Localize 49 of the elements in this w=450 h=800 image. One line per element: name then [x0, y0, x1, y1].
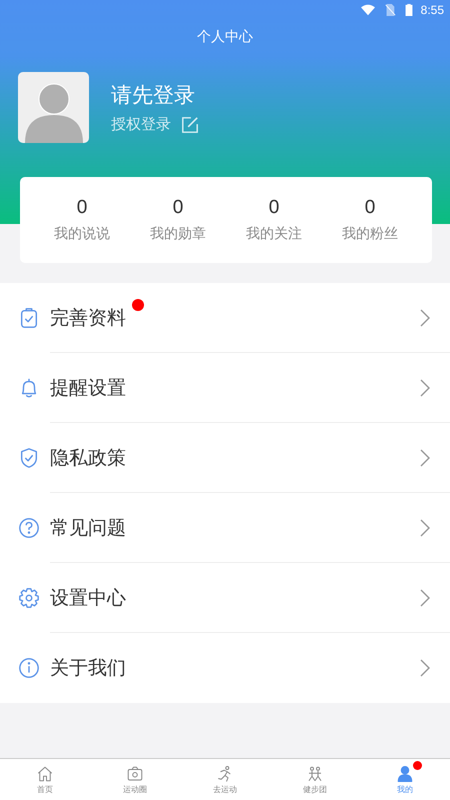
person-icon	[396, 764, 414, 782]
tab-item[interactable]: 去运动	[180, 759, 270, 800]
menu-label: 关于我们	[50, 656, 126, 681]
stat-value: 0	[76, 197, 88, 219]
tab-item[interactable]: 运动圈	[90, 759, 180, 800]
stat-label[interactable]: 我的说说	[54, 225, 110, 243]
clipboard-check-icon	[18, 307, 40, 329]
menu-item[interactable]: 隐私政策	[0, 423, 450, 493]
edit-icon[interactable]	[181, 116, 199, 134]
settings-icon	[18, 587, 40, 609]
info-icon	[18, 657, 40, 679]
stat-label[interactable]: 我的粉丝	[342, 225, 398, 243]
login-prompt: 请先登录	[111, 82, 196, 109]
battery-icon	[404, 4, 413, 16]
chevron-right-icon	[420, 308, 430, 326]
home-icon	[36, 764, 54, 782]
wifi-icon	[360, 4, 375, 16]
chevron-right-icon	[420, 518, 430, 536]
menu-item[interactable]: 完善资料	[0, 283, 450, 353]
page-title: 个人中心	[196, 28, 254, 46]
stat-value: 0	[268, 197, 280, 219]
stat-label[interactable]: 我的关注	[246, 225, 302, 243]
question-icon	[18, 517, 40, 539]
tab-item[interactable]: 我的	[360, 759, 450, 800]
camera-icon	[126, 764, 144, 782]
menu-item[interactable]: 关于我们	[0, 633, 450, 703]
walking-group-icon	[306, 764, 324, 782]
avatar[interactable]	[18, 72, 89, 143]
chevron-right-icon	[420, 588, 430, 606]
menu-item[interactable]: 提醒设置	[0, 353, 450, 423]
menu-label: 常见问题	[50, 516, 126, 540]
tab-item[interactable]: 健步团	[270, 759, 360, 800]
menu-item[interactable]: 常见问题	[0, 493, 450, 563]
menu-label: 隐私政策	[50, 446, 126, 470]
menu-label: 设置中心	[50, 586, 126, 610]
tab-item[interactable]: 首页	[0, 759, 90, 800]
no-sim-icon	[382, 4, 397, 16]
stat-value: 0	[172, 197, 184, 219]
authorize-login-link[interactable]: 授权登录	[111, 115, 171, 134]
menu-label: 完善资料	[50, 306, 126, 330]
menu-label: 提醒设置	[50, 376, 126, 400]
menu-item[interactable]: 设置中心	[0, 563, 450, 633]
chevron-right-icon	[420, 378, 430, 396]
chevron-right-icon	[420, 448, 430, 466]
chevron-right-icon	[420, 659, 430, 677]
stat-label[interactable]: 我的勋章	[150, 225, 206, 243]
status-time: 8:55	[420, 3, 444, 17]
stat-value: 0	[364, 197, 376, 219]
shield-check-icon	[18, 447, 40, 469]
